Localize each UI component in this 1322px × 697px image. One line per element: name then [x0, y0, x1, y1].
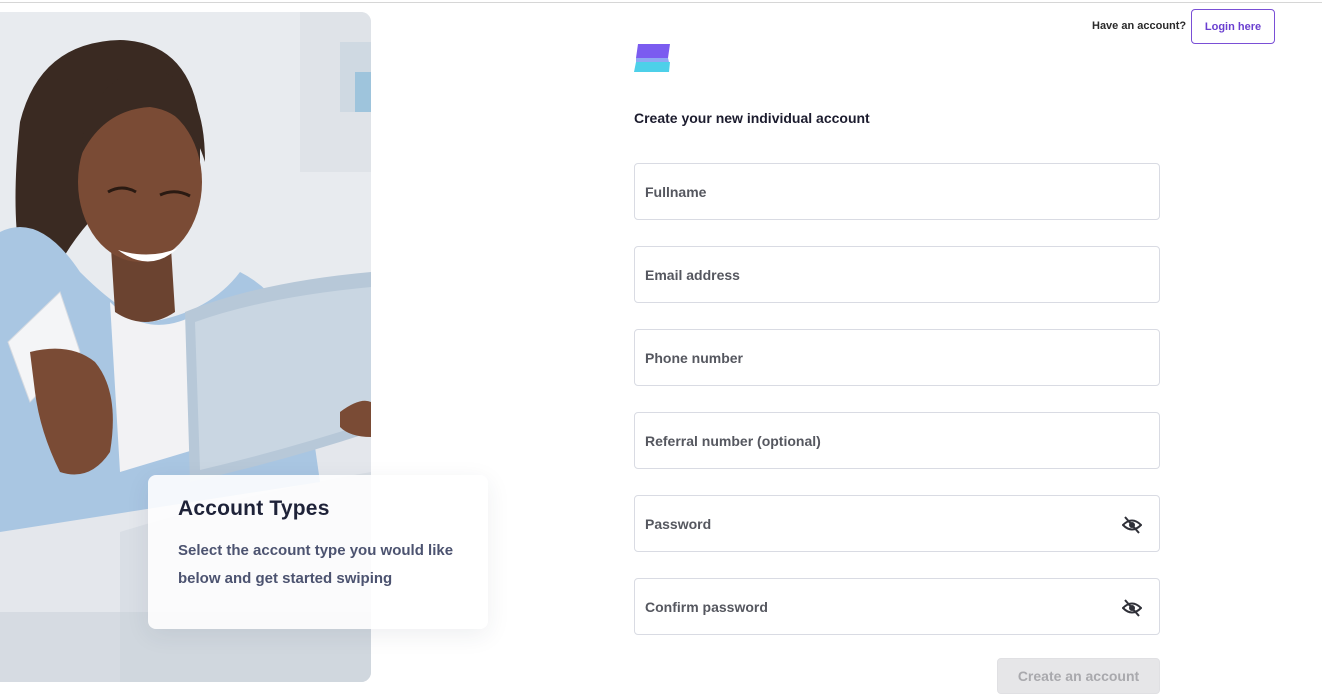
email-placeholder: Email address — [645, 266, 740, 283]
password-placeholder: Password — [645, 515, 712, 532]
eye-off-icon[interactable] — [1122, 599, 1142, 617]
have-account-text: Have an account? — [1092, 20, 1187, 32]
phone-placeholder: Phone number — [645, 349, 744, 366]
eye-off-icon[interactable] — [1122, 516, 1142, 534]
password-field[interactable]: Password — [634, 495, 1160, 552]
account-types-description: Select the account type you would like b… — [178, 542, 454, 587]
login-button[interactable]: Login here — [1191, 9, 1275, 44]
top-divider — [0, 2, 1322, 3]
referral-placeholder: Referral number (optional) — [645, 432, 821, 449]
form-title: Create your new individual account — [634, 110, 870, 126]
phone-field[interactable]: Phone number — [634, 329, 1160, 386]
create-account-button[interactable]: Create an account — [997, 658, 1160, 694]
fullname-field[interactable]: Fullname — [634, 163, 1160, 220]
email-field[interactable]: Email address — [634, 246, 1160, 303]
account-types-card: Account Types Select the account type yo… — [148, 475, 488, 629]
confirm-password-placeholder: Confirm password — [645, 598, 768, 615]
referral-field[interactable]: Referral number (optional) — [634, 412, 1160, 469]
confirm-password-field[interactable]: Confirm password — [634, 578, 1160, 635]
brand-logo-icon — [634, 44, 670, 72]
account-types-title: Account Types — [178, 497, 330, 520]
fullname-placeholder: Fullname — [645, 183, 707, 200]
